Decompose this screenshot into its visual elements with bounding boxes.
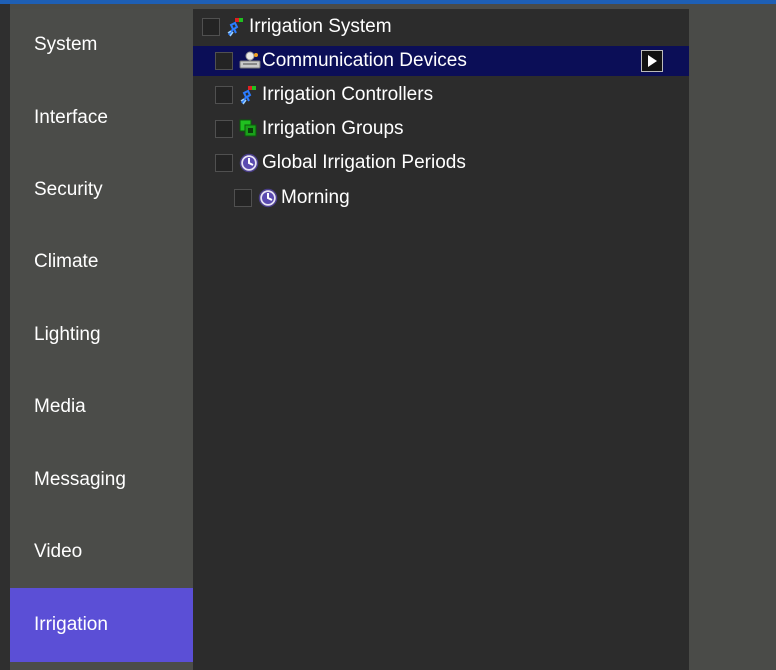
tree-panel: Irrigation System Communication Devices <box>193 9 689 670</box>
sidebar-item-label: Irrigation <box>34 614 108 636</box>
tree-checkbox[interactable] <box>234 189 252 207</box>
left-edge <box>0 4 10 670</box>
clock-icon <box>239 153 259 173</box>
tree-checkbox[interactable] <box>215 52 233 70</box>
tree-node-irrigation-system[interactable]: Irrigation System <box>193 12 689 42</box>
sidebar-item-lighting[interactable]: Lighting <box>10 299 193 371</box>
play-arrow-icon <box>648 55 657 67</box>
sidebar-item-label: Video <box>34 540 83 562</box>
communication-device-icon <box>239 51 261 71</box>
tree-node-global-irrigation-periods[interactable]: Global Irrigation Periods <box>193 148 689 178</box>
tree-node-irrigation-controllers[interactable]: Irrigation Controllers <box>193 80 689 110</box>
expand-arrow-button[interactable] <box>641 50 663 72</box>
sidebar-item-label: Media <box>34 396 86 418</box>
sidebar-item-security[interactable]: Security <box>10 154 193 226</box>
sidebar-item-label: Interface <box>34 106 108 128</box>
tree-node-label: Irrigation Groups <box>262 118 404 139</box>
tree-checkbox[interactable] <box>202 18 220 36</box>
sidebar-item-interface[interactable]: Interface <box>10 81 193 153</box>
tree-node-communication-devices[interactable]: Communication Devices <box>193 46 689 76</box>
tree-checkbox[interactable] <box>215 120 233 138</box>
tree-node-label: Morning <box>281 187 350 208</box>
window-top-border <box>0 0 776 4</box>
clock-icon <box>258 188 278 208</box>
tree-checkbox[interactable] <box>215 86 233 104</box>
sidebar-item-media[interactable]: Media <box>10 371 193 443</box>
sidebar-item-video[interactable]: Video <box>10 516 193 588</box>
sidebar: System Interface Security Climate Lighti… <box>10 9 193 670</box>
tree-checkbox[interactable] <box>215 154 233 172</box>
tree-node-morning[interactable]: Morning <box>193 183 689 213</box>
sidebar-item-label: System <box>34 34 98 56</box>
group-icon <box>239 119 259 139</box>
sidebar-item-system[interactable]: System <box>10 9 193 81</box>
sidebar-item-irrigation[interactable]: Irrigation <box>10 588 193 663</box>
sidebar-item-label: Messaging <box>34 468 126 490</box>
sidebar-item-label: Lighting <box>34 323 101 345</box>
tree-node-label: Irrigation Controllers <box>262 84 434 105</box>
detail-panel <box>689 9 776 670</box>
sidebar-item-label: Security <box>34 178 103 200</box>
irrigation-icon <box>226 17 246 37</box>
tree-node-label: Communication Devices <box>262 50 467 71</box>
tree-node-label: Irrigation System <box>249 16 392 37</box>
sidebar-item-label: Climate <box>34 251 99 273</box>
sidebar-item-messaging[interactable]: Messaging <box>10 443 193 515</box>
tree-node-label: Global Irrigation Periods <box>262 152 466 173</box>
tree-node-irrigation-groups[interactable]: Irrigation Groups <box>193 114 689 144</box>
irrigation-icon <box>239 85 259 105</box>
sidebar-item-climate[interactable]: Climate <box>10 226 193 298</box>
